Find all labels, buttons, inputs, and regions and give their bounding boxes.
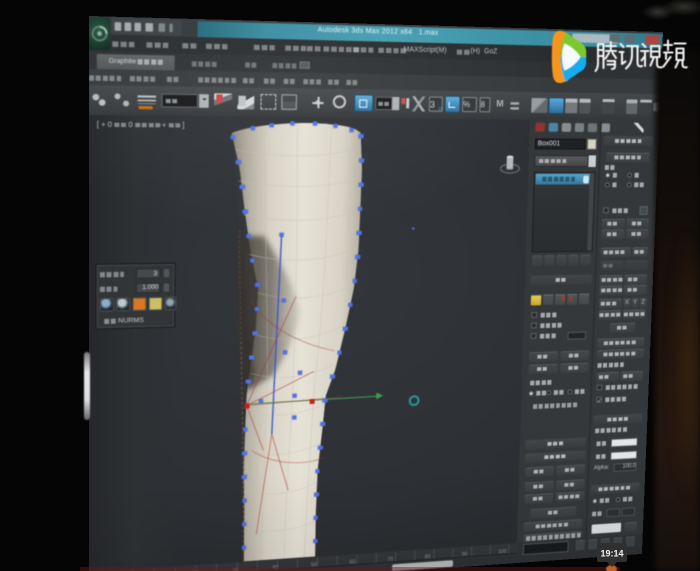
svg-text:19:14: 19:14 xyxy=(600,549,623,559)
